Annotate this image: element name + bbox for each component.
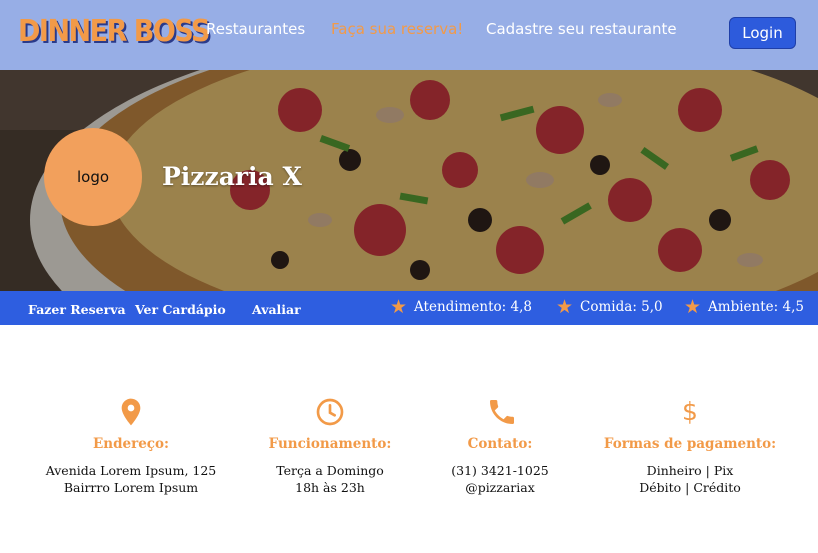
- contact-social[interactable]: @pizzariax: [400, 479, 600, 496]
- top-navbar: DINNER BOSS Restaurantes Faça sua reserv…: [0, 0, 818, 70]
- info-contact: Contato: (31) 3421-1025 @pizzariax: [400, 396, 600, 496]
- contact-title: Contato:: [467, 436, 533, 452]
- restaurant-action-bar: Fazer Reserva Ver Cardápio Avaliar ★ Ate…: [0, 291, 818, 325]
- hero-banner: logo Pizzaria X: [0, 70, 818, 291]
- clock-icon: [316, 398, 344, 426]
- info-address: Endereço: Avenida Lorem Ipsum, 125 Bairr…: [31, 396, 231, 496]
- rating-food-label: Comida: 5,0: [580, 299, 663, 315]
- address-title: Endereço:: [92, 436, 170, 452]
- phone-icon: [490, 400, 514, 424]
- rate-button[interactable]: Avaliar: [252, 302, 301, 317]
- star-icon: ★: [684, 296, 702, 318]
- info-payment: $ Formas de pagamento: Dinheiro | Pix Dé…: [590, 396, 790, 496]
- rating-food: ★ Comida: 5,0: [556, 298, 663, 317]
- location-pin-icon: [121, 398, 141, 426]
- rating-service-label: Atendimento: 4,8: [414, 299, 532, 315]
- nav-link-faca-reserva[interactable]: Faça sua reserva!: [331, 20, 463, 38]
- payment-line-1: Dinheiro | Pix: [646, 463, 734, 478]
- star-icon: ★: [556, 296, 574, 318]
- view-menu-button[interactable]: Ver Cardápio: [135, 302, 226, 317]
- dollar-icon: $: [682, 397, 698, 426]
- nav-link-restaurantes[interactable]: Restaurantes: [206, 20, 305, 38]
- rating-ambience-label: Ambiente: 4,5: [708, 299, 804, 315]
- nav-link-cadastre-restaurante[interactable]: Cadastre seu restaurante: [486, 20, 677, 38]
- login-button[interactable]: Login: [729, 17, 796, 49]
- address-line-1: Avenida Lorem Ipsum, 125: [45, 463, 217, 478]
- address-line-2: Bairrro Lorem Ipsum: [63, 480, 199, 495]
- make-reservation-button[interactable]: Fazer Reserva: [28, 302, 126, 317]
- rating-service: ★ Atendimento: 4,8: [390, 298, 532, 317]
- star-icon: ★: [390, 296, 408, 318]
- contact-phone: (31) 3421-1025: [451, 463, 549, 478]
- restaurant-name: Pizzaria X: [162, 162, 302, 191]
- payment-line-2: Débito | Crédito: [639, 480, 741, 495]
- brand-logo[interactable]: DINNER BOSS: [18, 14, 211, 49]
- restaurant-logo-placeholder: logo: [44, 128, 142, 226]
- payment-title: Formas de pagamento:: [603, 436, 777, 452]
- rating-ambience: ★ Ambiente: 4,5: [684, 298, 804, 317]
